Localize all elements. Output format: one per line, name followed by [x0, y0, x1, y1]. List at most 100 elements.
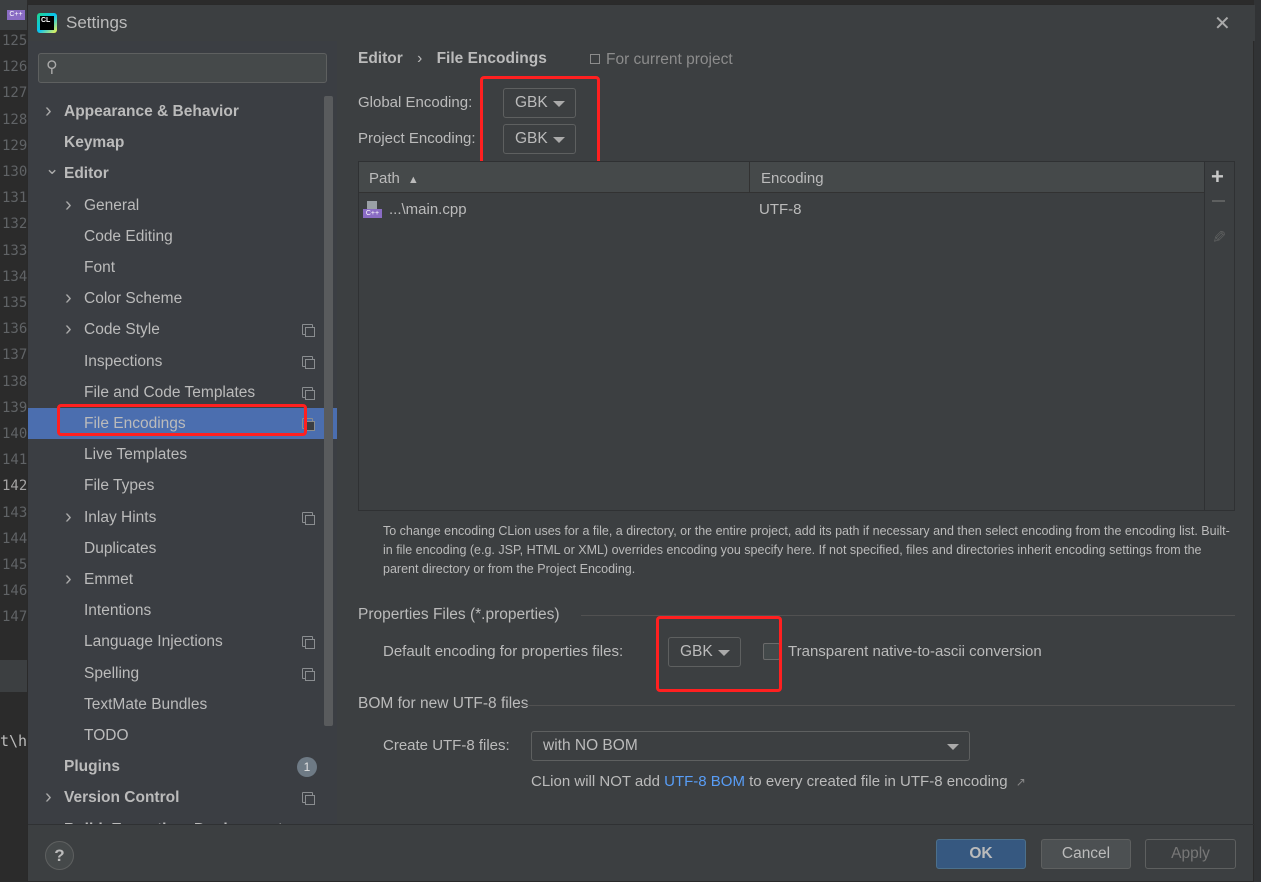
sidebar-item-spelling[interactable]: Spelling — [28, 658, 328, 689]
chevron-right-icon[interactable]: › — [65, 502, 72, 533]
sidebar-item-label: Emmet — [84, 571, 134, 588]
sidebar-item-emmet[interactable]: › Emmet — [28, 564, 328, 595]
sidebar-item-general[interactable]: › General — [28, 190, 328, 221]
sidebar-item-code-style[interactable]: › Code Style — [28, 314, 328, 345]
breadcrumb-separator: › — [417, 50, 423, 67]
sidebar-item-label: Duplicates — [84, 539, 157, 557]
properties-section-title: Properties Files (*.properties) — [358, 606, 560, 623]
sidebar-item-file-types[interactable]: File Types — [28, 470, 328, 501]
line-number: 131 — [2, 190, 28, 207]
sidebar-item-duplicates[interactable]: Duplicates — [28, 533, 328, 564]
close-icon[interactable]: ✕ — [1214, 11, 1231, 36]
sidebar-scrollbar[interactable] — [324, 96, 333, 726]
line-number: 140 — [2, 426, 28, 442]
project-scope-icon — [302, 511, 315, 525]
chevron-right-icon[interactable]: › — [65, 314, 72, 345]
plugins-update-badge: 1 — [297, 757, 317, 778]
sidebar-item-textmate-bundles[interactable]: TextMate Bundles — [28, 689, 328, 720]
breadcrumb-parent[interactable]: Editor — [358, 50, 403, 67]
sidebar-item-label: Font — [84, 259, 116, 276]
column-divider[interactable] — [749, 162, 750, 193]
apply-button[interactable]: Apply — [1145, 839, 1236, 869]
project-scope-icon — [302, 792, 315, 806]
bom-section-title: BOM for new UTF-8 files — [358, 695, 529, 712]
table-toolbar-divider — [1204, 162, 1205, 510]
properties-default-label: Default encoding for properties files: — [383, 643, 624, 660]
remove-icon[interactable] — [1212, 200, 1225, 202]
chevron-right-icon[interactable]: › — [45, 814, 52, 824]
search-icon: ⚲ — [46, 59, 58, 76]
column-header-path[interactable]: Path ▲ — [369, 170, 419, 187]
chevron-right-icon[interactable]: › — [65, 564, 72, 595]
scope-note-text: For current project — [606, 51, 733, 68]
line-number: 142 — [2, 478, 28, 495]
line-number: 130 — [2, 164, 28, 180]
sidebar-item-label: Version Control — [64, 789, 180, 807]
transparent-conversion-label[interactable]: Transparent native-to-ascii conversion — [788, 643, 1042, 660]
sidebar-item-plugins[interactable]: Plugins 1 — [28, 751, 328, 782]
bom-note-text: CLion will NOT add — [531, 773, 665, 790]
scope-note: For current project — [590, 51, 733, 69]
help-button[interactable]: ? — [45, 841, 74, 870]
line-number: 145 — [2, 557, 28, 573]
utf8-bom-link[interactable]: UTF-8 BOM — [664, 773, 745, 790]
column-header-encoding[interactable]: Encoding — [761, 170, 824, 187]
line-number: 141 — [2, 452, 28, 469]
sidebar-item-language-injections[interactable]: Language Injections — [28, 626, 328, 657]
sidebar-item-label: General — [84, 196, 140, 214]
chevron-right-icon[interactable]: › — [45, 782, 52, 813]
search-field[interactable] — [67, 57, 317, 79]
line-number: 146 — [2, 583, 28, 600]
project-scope-icon — [302, 667, 315, 681]
bom-note-text-2: to every created file in UTF-8 encoding — [744, 773, 1008, 790]
sidebar-item-build-execution-deployment[interactable]: › Build, Execution, Deployment — [28, 814, 328, 824]
sidebar-item-live-templates[interactable]: Live Templates — [28, 439, 328, 470]
highlight-box-properties-encoding — [656, 616, 782, 692]
dialog-title: Settings — [66, 13, 128, 32]
sidebar-item-label: Appearance & Behavior — [64, 103, 239, 120]
sidebar-item-editor[interactable]: ⌄ Editor — [28, 158, 328, 189]
sidebar-item-label: File Types — [84, 477, 155, 495]
row-encoding[interactable]: UTF-8 — [759, 201, 802, 218]
sidebar-item-keymap[interactable]: Keymap — [28, 127, 328, 158]
line-number: 147 — [2, 609, 28, 626]
create-utf8-dropdown[interactable]: with NO BOM — [531, 731, 970, 761]
settings-search-input[interactable]: ⚲ — [38, 53, 327, 83]
ok-button[interactable]: OK — [936, 839, 1026, 869]
line-number: 134 — [2, 268, 28, 285]
chevron-right-icon[interactable]: › — [65, 190, 72, 221]
sidebar-item-code-editing[interactable]: Code Editing — [28, 221, 328, 252]
sidebar-item-label: Editor — [64, 165, 109, 183]
line-number: 144 — [2, 530, 28, 547]
sidebar-item-inspections[interactable]: Inspections — [28, 346, 328, 377]
create-utf8-value: with NO BOM — [543, 737, 638, 754]
sidebar-item-font[interactable]: Font — [28, 252, 328, 283]
chevron-right-icon[interactable]: › — [45, 96, 52, 127]
chevron-right-icon[interactable]: › — [65, 283, 72, 314]
sidebar-item-label: Keymap — [64, 134, 125, 152]
background-editor-right-edge — [1254, 0, 1261, 882]
sidebar-item-inlay-hints[interactable]: › Inlay Hints — [28, 502, 328, 533]
project-scope-icon — [302, 636, 315, 650]
background-editor-tab: C++ — [0, 0, 27, 30]
chevron-down-icon[interactable]: ⌄ — [45, 153, 59, 184]
table-row[interactable]: C++ ...\main.cpp UTF-8 — [359, 194, 1204, 224]
sidebar-item-version-control[interactable]: › Version Control — [28, 782, 328, 813]
sidebar-item-label: Color Scheme — [84, 290, 183, 308]
cancel-button[interactable]: Cancel — [1041, 839, 1131, 869]
line-number: 143 — [2, 504, 28, 521]
sidebar-item-todo[interactable]: TODO — [28, 720, 328, 751]
add-icon[interactable]: + — [1211, 164, 1224, 190]
sidebar-item-color-scheme[interactable]: › Color Scheme — [28, 283, 328, 314]
sidebar-item-appearance-behavior[interactable]: › Appearance & Behavior — [28, 96, 328, 127]
line-number: 139 — [2, 399, 28, 416]
footer-divider — [28, 824, 1255, 825]
line-number: 129 — [2, 137, 28, 154]
line-number: 135 — [2, 295, 28, 311]
sidebar-item-intentions[interactable]: Intentions — [28, 595, 328, 626]
sidebar-item-label: Spelling — [84, 664, 140, 682]
create-utf8-label: Create UTF-8 files: — [383, 737, 510, 754]
row-path: ...\main.cpp — [389, 201, 467, 218]
edit-icon[interactable]: ✎ — [1212, 228, 1226, 248]
cpp-file-icon: C++ — [363, 201, 382, 219]
